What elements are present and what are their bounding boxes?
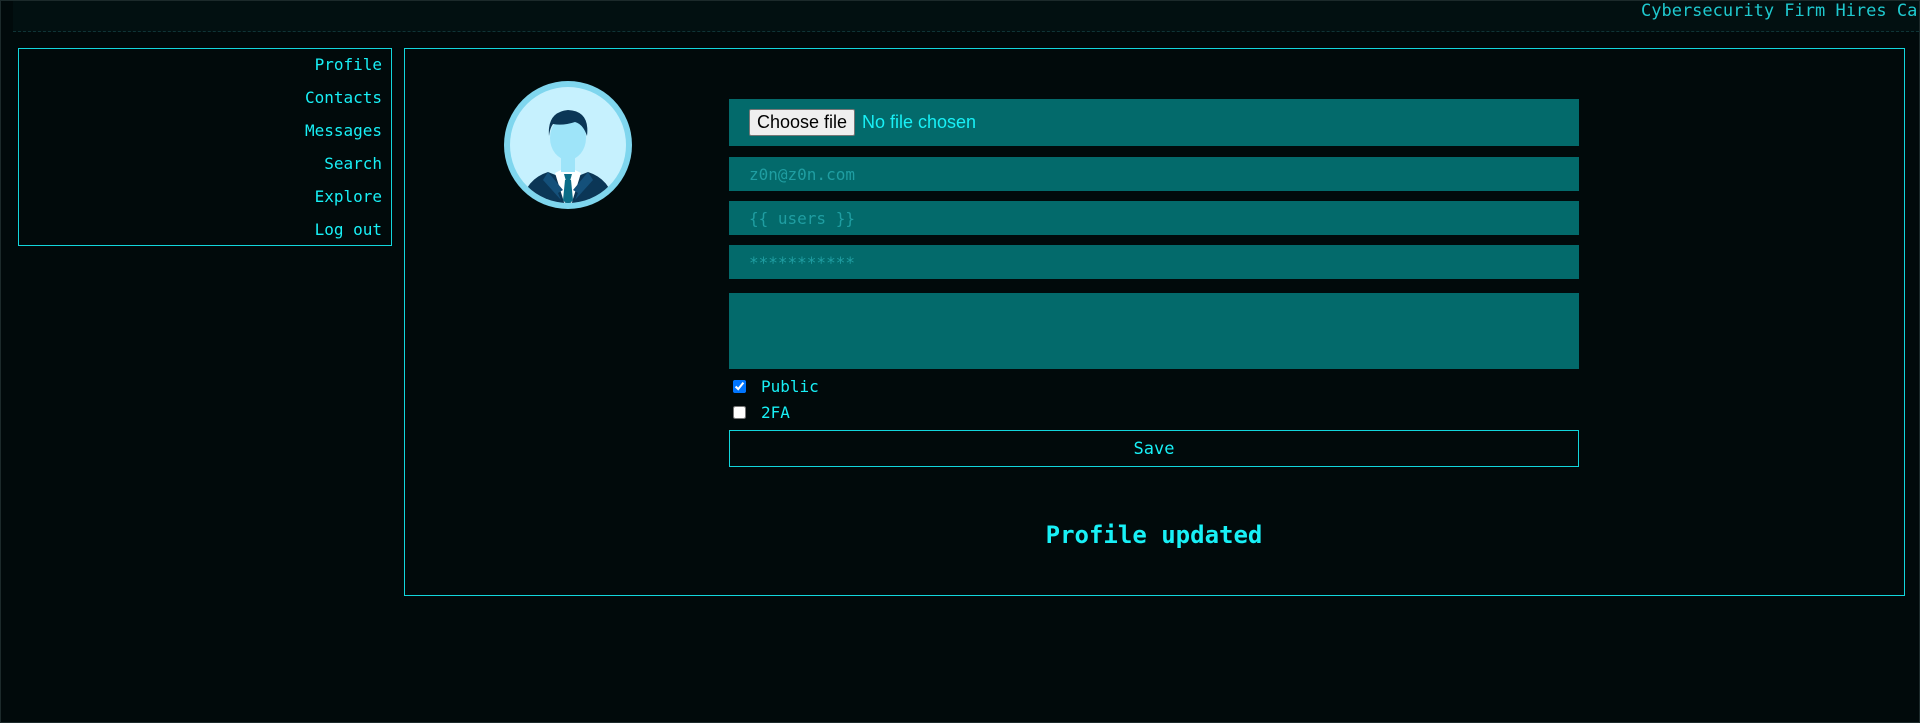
file-status-text: No file chosen [862,112,977,132]
profile-panel: Choose file No file chosen Public 2FA Sa… [404,48,1905,596]
public-checkbox[interactable] [733,379,746,393]
avatar-file-input: Choose file No file chosen [729,99,1579,146]
public-label: Public [761,376,819,396]
twofa-checkbox[interactable] [733,405,746,419]
twofa-label: 2FA [761,402,790,422]
sidebar-nav: Profile Contacts Messages Search Explore… [18,48,392,246]
email-input[interactable] [729,157,1579,191]
sidebar-item-contacts[interactable]: Contacts [305,88,382,107]
password-input[interactable] [729,245,1579,279]
status-message: Profile updated [1045,521,1263,549]
bio-textarea[interactable] [729,293,1579,369]
sidebar-item-profile[interactable]: Profile [315,55,382,74]
sidebar-item-logout[interactable]: Log out [315,220,382,239]
app-window: Cybersecurity Firm Hires Ca Profile Cont… [0,0,1920,723]
twofa-option: 2FA [733,402,790,422]
public-option: Public [733,376,819,396]
news-ticker: Cybersecurity Firm Hires Ca [13,1,1919,32]
sidebar-item-messages[interactable]: Messages [305,121,382,140]
ticker-text: Cybersecurity Firm Hires Ca [1641,1,1918,21]
sidebar-item-search[interactable]: Search [324,154,382,173]
choose-file-button[interactable]: Choose file [749,109,856,136]
save-button[interactable]: Save [729,430,1579,467]
user-avatar-icon [504,81,632,209]
username-input[interactable] [729,201,1579,235]
sidebar-item-explore[interactable]: Explore [315,187,382,206]
